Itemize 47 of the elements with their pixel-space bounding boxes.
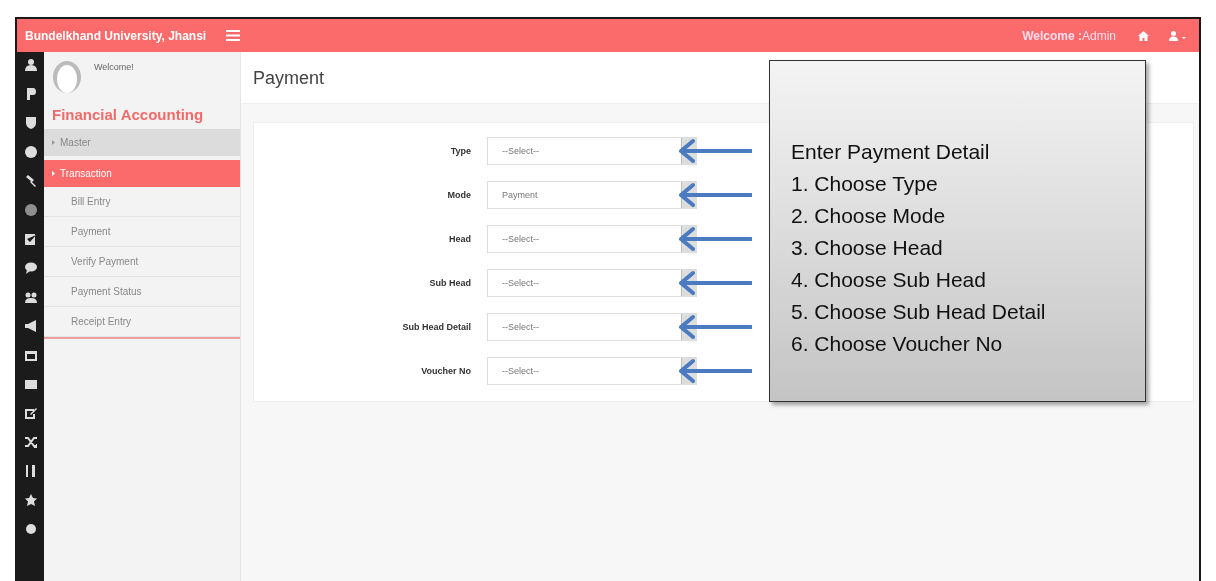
select-field[interactable]: --Select-- (487, 357, 697, 385)
caret-icon (51, 171, 56, 176)
user-icon[interactable] (24, 59, 37, 71)
p-icon[interactable] (24, 88, 37, 100)
gavel-icon[interactable] (24, 175, 37, 187)
field-label: Type (449, 146, 472, 156)
welcome-text: Welcome :Admin (1022, 28, 1116, 43)
star-icon[interactable] (24, 494, 37, 506)
submenu-item[interactable]: Verify Payment (44, 247, 240, 277)
home-icon[interactable] (1138, 30, 1149, 41)
check-icon[interactable] (24, 233, 37, 245)
field-label: Sub Head Detail (401, 322, 472, 332)
menu-icon[interactable] (226, 30, 241, 41)
group-icon[interactable] (24, 291, 37, 303)
select-field[interactable]: --Select-- (487, 225, 697, 253)
field-label: Sub Head (428, 278, 472, 288)
user-menu-icon[interactable] (1169, 30, 1187, 41)
greeting-text: Welcome! (94, 62, 134, 72)
instruction-step: 4. Choose Sub Head (791, 264, 1145, 296)
field-label: Head (448, 234, 472, 244)
submenu-item[interactable]: Receipt Entry (44, 307, 240, 337)
instruction-step: 3. Choose Head (791, 232, 1145, 264)
submenu-item[interactable]: Payment (44, 217, 240, 247)
instruction-step: 6. Choose Voucher No (791, 328, 1145, 360)
shield-icon[interactable] (24, 117, 37, 129)
menu-item[interactable]: Master (44, 129, 240, 156)
submenu-item[interactable]: Bill Entry (44, 187, 240, 217)
avatar (52, 60, 82, 94)
shuffle-icon[interactable] (24, 436, 37, 448)
section-heading: Financial Accounting (51, 105, 205, 125)
select-field[interactable]: --Select-- (487, 137, 697, 165)
field-label: Mode (446, 190, 472, 200)
instruction-step: 2. Choose Mode (791, 200, 1145, 232)
site-title[interactable]: Bundelkhand University, Jhansi (25, 28, 207, 43)
chat-icon[interactable] (24, 262, 37, 274)
submenu-item[interactable]: Payment Status (44, 277, 240, 307)
instruction-step: 1. Choose Type (791, 168, 1145, 200)
select-field[interactable]: --Select-- (487, 313, 697, 341)
menu-item[interactable]: Transaction (44, 160, 240, 187)
field-label: Voucher No (420, 366, 472, 376)
caret-icon (51, 140, 56, 145)
instruction-step: 5. Choose Sub Head Detail (791, 296, 1145, 328)
select-field[interactable]: --Select-- (487, 269, 697, 297)
callout-title: Enter Payment Detail (791, 139, 991, 165)
edit-icon[interactable] (24, 407, 37, 419)
select-field[interactable]: Payment (487, 181, 697, 209)
bullhorn-icon[interactable] (24, 320, 37, 332)
